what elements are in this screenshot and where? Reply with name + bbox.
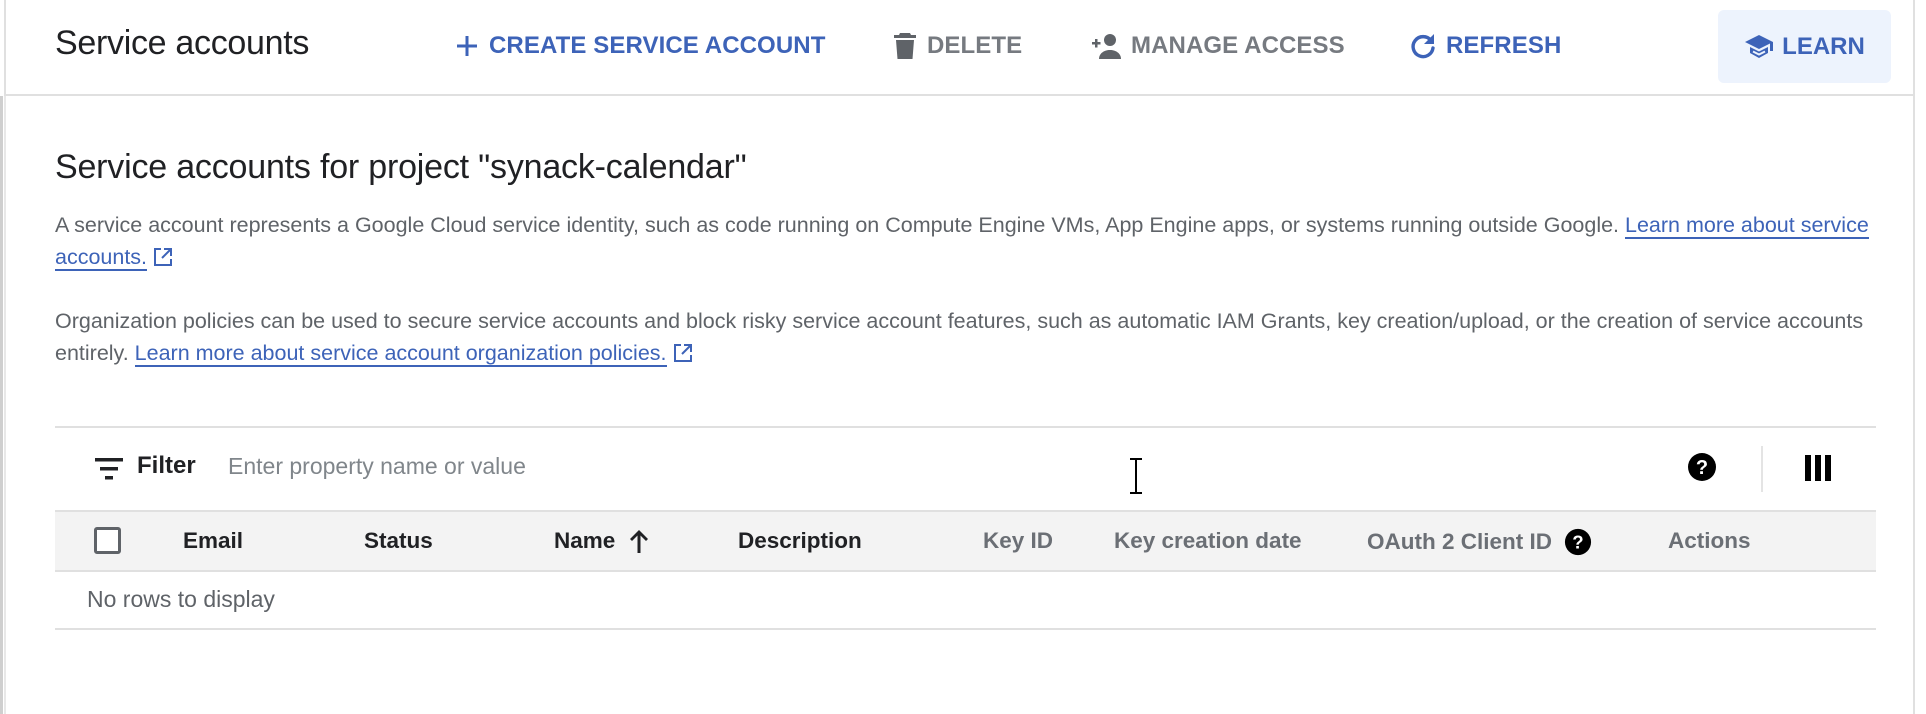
learn-label: LEARN — [1782, 32, 1865, 60]
filter-label: Filter — [137, 452, 196, 479]
empty-state-message: No rows to display — [87, 586, 275, 612]
learn-button[interactable]: LEARN — [1718, 10, 1891, 83]
column-header-status[interactable]: Status — [364, 528, 433, 554]
service-accounts-table: Filter ? Email Status Name Description K… — [55, 426, 1876, 630]
delete-button[interactable]: DELETE — [893, 26, 1022, 66]
description-text: A service account represents a Google Cl… — [55, 213, 1625, 237]
column-display-options-icon[interactable] — [1805, 455, 1831, 481]
filter-input[interactable] — [220, 446, 1136, 486]
column-label: Status — [364, 528, 433, 553]
column-header-name[interactable]: Name — [554, 528, 651, 554]
table-header-row: Email Status Name Description Key ID Key… — [55, 510, 1876, 572]
org-policies-description: Organization policies can be used to sec… — [55, 305, 1875, 369]
column-label: Email — [183, 528, 244, 553]
refresh-button[interactable]: REFRESH — [1410, 26, 1561, 66]
learn-more-org-policies-link[interactable]: Learn more about service account organiz… — [134, 341, 667, 367]
create-service-account-button[interactable]: CREATE SERVICE ACCOUNT — [455, 26, 825, 66]
column-header-oauth-client-id[interactable]: OAuth 2 Client ID ? — [1367, 528, 1592, 556]
column-header-actions: Actions — [1668, 528, 1751, 554]
add-person-icon — [1092, 34, 1121, 59]
page-header: Service accounts CREATE SERVICE ACCOUNT … — [6, 0, 1913, 96]
page-title: Service accounts for project "synack-cal… — [55, 148, 747, 186]
select-all-checkbox[interactable] — [94, 527, 121, 554]
column-label: Name — [554, 528, 616, 553]
plus-icon — [457, 36, 477, 56]
svg-text:?: ? — [1572, 532, 1583, 553]
empty-state-row: No rows to display — [55, 572, 1876, 630]
create-service-account-label: CREATE SERVICE ACCOUNT — [489, 32, 826, 59]
refresh-icon — [1411, 34, 1435, 59]
column-label: OAuth 2 Client ID — [1367, 529, 1552, 554]
toolbar-divider — [1761, 446, 1763, 492]
school-icon — [1745, 34, 1774, 58]
column-header-description[interactable]: Description — [738, 528, 862, 554]
column-label: Key creation date — [1114, 528, 1302, 553]
frame-border-right — [1913, 0, 1915, 714]
help-icon[interactable]: ? — [1564, 528, 1592, 556]
help-icon[interactable]: ? — [1687, 452, 1717, 482]
column-header-email[interactable]: Email — [183, 528, 243, 554]
trash-icon — [894, 33, 916, 59]
svg-text:?: ? — [1696, 457, 1708, 479]
column-header-key-id[interactable]: Key ID — [983, 528, 1053, 554]
service-account-description: A service account represents a Google Cl… — [55, 209, 1875, 273]
manage-access-button[interactable]: MANAGE ACCESS — [1089, 26, 1345, 66]
sort-ascending-arrow-icon — [630, 530, 649, 553]
manage-access-label: MANAGE ACCESS — [1131, 32, 1345, 59]
header-title: Service accounts — [55, 24, 310, 62]
column-label: Key ID — [983, 528, 1054, 553]
filter-bar: Filter ? — [55, 426, 1876, 510]
delete-label: DELETE — [927, 32, 1023, 59]
refresh-label: REFRESH — [1446, 32, 1562, 59]
text-cursor-icon — [1130, 458, 1142, 494]
frame-border-left-outer — [0, 96, 3, 714]
frame-border-left-inner — [4, 96, 6, 714]
column-label: Actions — [1668, 528, 1751, 553]
filter-icon — [95, 458, 123, 480]
external-link-icon — [673, 344, 692, 362]
column-header-key-creation-date[interactable]: Key creation date — [1114, 528, 1302, 554]
external-link-icon — [154, 248, 173, 266]
column-label: Description — [738, 528, 862, 553]
